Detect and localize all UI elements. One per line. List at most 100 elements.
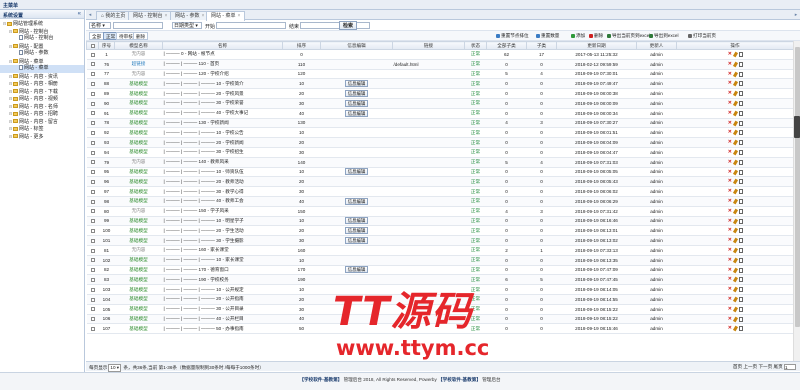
- keyword-input[interactable]: [113, 22, 163, 29]
- row-checkbox[interactable]: [90, 52, 95, 57]
- sidebar-item[interactable]: ⊟ 网站 - 内容 - 留言: [0, 118, 84, 126]
- per-page-select[interactable]: 10 ▾: [108, 364, 122, 372]
- edit-icon[interactable]: [732, 267, 739, 273]
- delete-icon[interactable]: ✕: [727, 169, 732, 175]
- edit-icon[interactable]: [732, 276, 739, 283]
- sidebar-item[interactable]: 网站 - 控制台: [0, 35, 84, 43]
- view-icon[interactable]: [738, 267, 743, 273]
- row-checkbox[interactable]: [90, 317, 95, 322]
- delete-icon[interactable]: ✕: [727, 150, 732, 155]
- delete-icon[interactable]: ✕: [727, 179, 732, 184]
- sidebar-item[interactable]: 网站 - 参数: [0, 50, 84, 58]
- edit-icon[interactable]: [732, 51, 739, 58]
- vertical-scrollbar[interactable]: [793, 41, 800, 361]
- info-edit-button[interactable]: 信息编辑: [344, 99, 369, 107]
- edit-icon[interactable]: [732, 208, 739, 215]
- sidebar-item[interactable]: ⊟ 网站 - 内容 - 下载: [0, 88, 84, 96]
- prev-page-link[interactable]: 上一页: [743, 364, 757, 369]
- row-checkbox[interactable]: [90, 278, 95, 282]
- sidebar-item[interactable]: ⊟ 网站 - 菜单: [0, 58, 84, 66]
- delete-icon[interactable]: ✕: [727, 189, 732, 194]
- toolbar-action[interactable]: 重置节点排位: [496, 33, 529, 39]
- view-icon[interactable]: [738, 208, 743, 214]
- view-icon[interactable]: [738, 198, 743, 204]
- edit-icon[interactable]: [732, 81, 739, 87]
- view-icon[interactable]: [738, 169, 743, 175]
- sidebar-item[interactable]: ⊟ 网站 - 内容 - 招聘: [0, 110, 84, 118]
- table-row[interactable]: 103 基础模型 | ——— | ——— | ——— 10 - 公开规定 10 正常 0 0…: [86, 284, 793, 295]
- date-type-select[interactable]: 日期类型 ▾: [172, 22, 202, 29]
- table-row[interactable]: 104 基础模型 | ——— | ——— | ——— 20 - 公开指南 20 正常 0 0…: [86, 294, 793, 305]
- delete-icon[interactable]: ✕: [727, 257, 732, 263]
- view-icon[interactable]: [738, 52, 743, 58]
- info-edit-button[interactable]: 信息编辑: [344, 217, 369, 225]
- view-icon[interactable]: [738, 218, 743, 224]
- sidebar-item[interactable]: ⊟ 网站 - 更多: [0, 133, 84, 141]
- view-icon[interactable]: [738, 71, 743, 77]
- edit-icon[interactable]: [732, 316, 739, 322]
- edit-icon[interactable]: [732, 159, 739, 166]
- table-row[interactable]: 78 基础模型 | ——— | ——— 130 - 学校新闻 130 正常 4 3 2018-…: [86, 118, 793, 129]
- view-icon[interactable]: [738, 277, 743, 283]
- sidebar-item[interactable]: ⊟ 网站 - 内容 - 相册: [0, 80, 84, 88]
- row-checkbox[interactable]: [90, 62, 95, 67]
- table-row[interactable]: 83 基础模型 | ——— | ——— 190 - 学校校务 190 正常 6 5 2018-…: [86, 274, 793, 286]
- table-row[interactable]: 99 基础模型 | ——— | ——— | ——— 10 - 明星学子 10 信息编辑 正…: [86, 216, 793, 227]
- delete-icon[interactable]: ✕: [727, 198, 732, 204]
- view-icon[interactable]: [738, 189, 743, 195]
- sidebar-item[interactable]: ⊟ 网站 - 内容 - 名师: [0, 103, 84, 111]
- toolbar-action[interactable]: 删除: [589, 33, 603, 39]
- table-row[interactable]: 102 基础模型 | ——— | ——— | ——— 10 - 家长课堂 10 正常 0 0…: [86, 255, 793, 266]
- edit-icon[interactable]: [732, 178, 739, 185]
- view-icon[interactable]: [738, 130, 743, 136]
- view-icon[interactable]: [738, 179, 743, 185]
- first-page-link[interactable]: 首页: [733, 364, 742, 369]
- row-checkbox[interactable]: [90, 82, 95, 87]
- delete-icon[interactable]: ✕: [727, 277, 732, 282]
- row-checkbox[interactable]: [90, 287, 95, 292]
- sidebar-item[interactable]: ⊟ 网站 - 控制台: [0, 28, 84, 36]
- view-icon[interactable]: [738, 326, 743, 332]
- tab-0[interactable]: ⌂ 我的主页: [96, 11, 131, 20]
- filter-button[interactable]: 删除: [133, 32, 149, 40]
- info-edit-button[interactable]: 信息编辑: [344, 80, 369, 88]
- info-edit-button[interactable]: 信息编辑: [344, 197, 369, 205]
- delete-icon[interactable]: ✕: [727, 316, 732, 322]
- sidebar-item[interactable]: ⊟ 网站 - 内容 - 视频: [0, 95, 84, 103]
- sidebar-item[interactable]: ⊟ 网站 - 内容 - 资讯: [0, 73, 84, 81]
- edit-icon[interactable]: [732, 139, 739, 146]
- delete-icon[interactable]: ✕: [727, 52, 732, 57]
- row-checkbox[interactable]: [90, 111, 95, 116]
- edit-icon[interactable]: [732, 61, 739, 68]
- view-icon[interactable]: [738, 316, 743, 322]
- edit-icon[interactable]: [732, 120, 739, 127]
- edit-icon[interactable]: [732, 306, 739, 313]
- view-icon[interactable]: [738, 101, 743, 107]
- edit-icon[interactable]: [732, 237, 739, 244]
- close-icon[interactable]: ×: [237, 13, 240, 19]
- side-handle[interactable]: [794, 116, 800, 138]
- edit-icon[interactable]: [732, 100, 739, 107]
- table-row[interactable]: 106 基础模型 | ——— | ——— | ——— 40 - 公开栏目 40 正常 0 0…: [86, 314, 793, 325]
- view-icon[interactable]: [738, 159, 743, 165]
- table-row[interactable]: 93 基础模型 | ——— | ——— | ——— 20 - 学校新闻 20 正常 0 0 2…: [86, 137, 793, 148]
- table-row[interactable]: 100 基础模型 | ——— | ——— | ——— 20 - 学生活动 20 信息编辑…: [86, 225, 793, 237]
- toolbar-action[interactable]: 重置数量: [536, 33, 559, 39]
- view-icon[interactable]: [738, 81, 743, 87]
- field-select[interactable]: 名称 ▾: [89, 22, 111, 29]
- edit-icon[interactable]: [732, 257, 739, 264]
- info-edit-button[interactable]: 信息编辑: [344, 168, 369, 176]
- scrollbar-thumb[interactable]: [795, 47, 800, 327]
- view-icon[interactable]: [738, 228, 743, 234]
- delete-icon[interactable]: ✕: [727, 91, 732, 96]
- end-date-input[interactable]: [300, 22, 370, 29]
- table-row[interactable]: 80 无内容 | ——— | ——— 150 - 学子风采 150 正常 4 3 2018-0…: [86, 206, 793, 217]
- row-checkbox[interactable]: [90, 101, 95, 106]
- table-row[interactable]: 89 基础模型 | ——— | ——— | ——— 20 - 学校风景 20 信息编辑 正…: [86, 88, 793, 99]
- edit-icon[interactable]: [732, 90, 739, 97]
- view-icon[interactable]: [738, 296, 743, 302]
- row-checkbox[interactable]: [90, 180, 95, 185]
- table-row[interactable]: 97 基础模型 | ——— | ——— | ——— 30 - 教学心得 30 正常 0 0 2…: [86, 186, 793, 197]
- delete-icon[interactable]: ✕: [727, 159, 732, 165]
- table-row[interactable]: 94 基础模型 | ——— | ——— | ——— 30 - 学校招生 30 正常 0 0 2…: [86, 147, 793, 158]
